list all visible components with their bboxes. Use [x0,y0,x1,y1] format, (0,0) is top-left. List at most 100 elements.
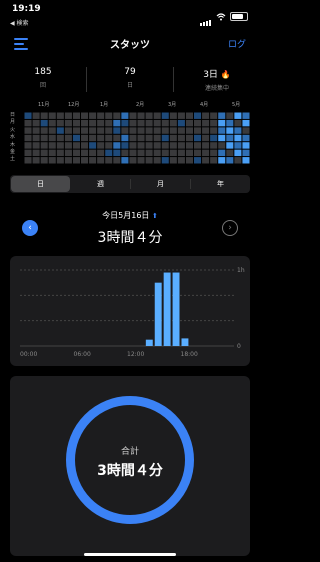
heatmap-cell [32,157,40,164]
heatmap-cell [218,149,226,157]
heatmap-cell [24,149,32,157]
heatmap-cell [234,134,242,142]
heatmap-cell [185,127,193,134]
heatmap-cell [194,127,202,134]
heatmap-cell [40,119,48,127]
log-button[interactable]: ログ [228,37,246,50]
heatmap-cell [210,112,218,119]
heatmap-cell [113,157,121,164]
heatmap-cell [64,149,72,157]
home-indicator [84,553,176,556]
heatmap-cell [145,119,153,127]
back-to-search-link[interactable]: ◀ 検索 [10,18,29,27]
heatmap-cell [177,127,185,134]
heatmap-cell [97,142,105,149]
activity-heatmap [24,112,250,164]
heatmap-cell [129,112,137,119]
heatmap-cell [72,157,80,164]
tab-week[interactable]: 週 [71,175,130,193]
heatmap-cell [226,119,234,127]
share-icon[interactable]: ⬆ [152,212,158,220]
heatmap-cell [226,149,234,157]
heatmap-cell [218,112,226,119]
heatmap-cell [169,157,177,164]
heatmap-cell [81,119,89,127]
hour-bar [154,282,162,346]
heatmap-cell [105,127,113,134]
heatmap-cell [121,149,129,157]
heatmap-cell [113,127,121,134]
heatmap-cell [177,134,185,142]
x-tick-label: 06:00 [74,351,91,358]
heatmap-cell [81,157,89,164]
heatmap-cell [242,157,250,164]
heatmap-cell [48,112,56,119]
heatmap-cell [210,127,218,134]
heatmap-cell [32,142,40,149]
heatmap-cell [129,127,137,134]
heatmap-cell [210,149,218,157]
heatmap-cell [56,119,64,127]
heatmap-cell [137,142,145,149]
heatmap-cell [113,142,121,149]
month-label: 1月 [100,102,109,108]
heatmap-cell [202,157,210,164]
tab-day[interactable]: 日 [11,176,70,192]
heatmap-cell [72,119,80,127]
heatmap-cell [194,134,202,142]
heatmap-cell [177,142,185,149]
tab-year[interactable]: 年 [191,175,250,193]
heatmap-cell [48,119,56,127]
wifi-icon [216,12,226,20]
heatmap-cell [89,157,97,164]
heatmap-cell [113,119,121,127]
hourly-chart-card: 00:00 06:00 12:00 18:00 1h 0 [10,256,250,366]
heatmap-cell [161,127,169,134]
heatmap-cell [64,112,72,119]
heatmap-cell [137,119,145,127]
heatmap-cell [194,119,202,127]
heatmap-cell [40,142,48,149]
heatmap-cell [56,149,64,157]
heatmap-cell [202,142,210,149]
heatmap-cell [24,119,32,127]
stat-streak-value: 3日 [203,70,218,80]
heatmap-cell [161,149,169,157]
stat-streak: 3日 🔥 連続集中 [174,67,260,92]
day-label: 土 [10,156,16,163]
battery-icon [230,12,248,21]
heatmap-cell [177,157,185,164]
heatmap-cell [105,112,113,119]
heatmap-cell [137,149,145,157]
heatmap-cell [153,127,161,134]
heatmap-cell [202,119,210,127]
heatmap-cell [153,112,161,119]
heatmap-cell [40,127,48,134]
heatmap-cell [169,119,177,127]
heatmap-cell [72,142,80,149]
heatmap-cell [64,134,72,142]
heatmap-cell [137,112,145,119]
heatmap-cell [161,142,169,149]
tab-month[interactable]: 月 [131,175,190,193]
status-time: 19:19 [12,4,41,14]
heatmap-cell [105,134,113,142]
date-label: 今日5月16日 [102,211,150,220]
signal-icon [200,7,212,26]
heatmap-cell [145,112,153,119]
heatmap-cell [129,157,137,164]
heatmap-cell [202,134,210,142]
heatmap-cell [226,134,234,142]
heatmap-cell [218,157,226,164]
heatmap-cell [121,127,129,134]
heatmap-cell [24,134,32,142]
heatmap-cell [121,134,129,142]
month-label: 5月 [232,102,241,108]
hour-bar [145,339,153,346]
heatmap-cell [56,112,64,119]
next-day-button[interactable]: › [222,220,238,236]
heatmap-cell [81,112,89,119]
x-tick-label: 00:00 [20,351,37,358]
heatmap-cell [185,134,193,142]
heatmap-cell [242,127,250,134]
